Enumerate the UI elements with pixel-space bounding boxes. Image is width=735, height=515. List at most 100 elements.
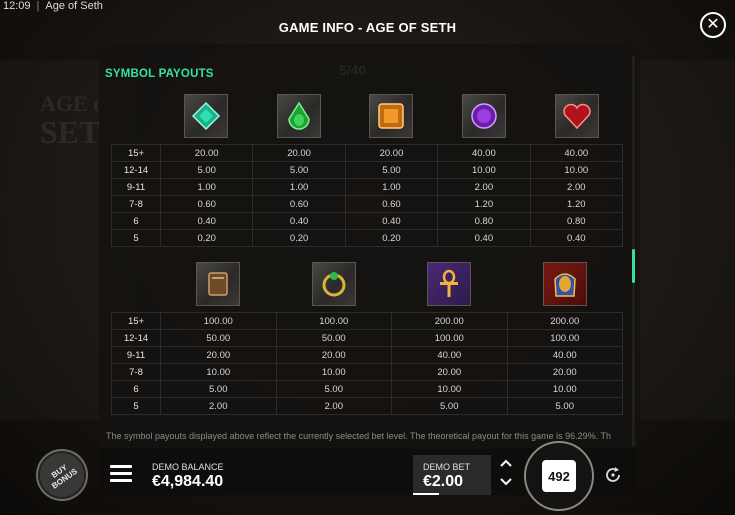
symbol-cell bbox=[392, 262, 508, 306]
payout-value: 0.40 bbox=[529, 229, 624, 247]
autoplay-icon[interactable] bbox=[600, 462, 626, 488]
payout-row: 6 0.40 0.40 0.40 0.80 0.80 bbox=[111, 212, 624, 230]
symbol-count-label: 5 bbox=[111, 397, 161, 415]
payout-value: 2.00 bbox=[160, 397, 277, 415]
game-info-panel[interactable]: 5/40 SYMBOL PAYOUTS 15+ 20.00 20.00 20.0… bbox=[99, 44, 637, 448]
status-bar: 12:09 | Age of Seth bbox=[0, 0, 735, 14]
buy-bonus-button[interactable]: BUY BONUS bbox=[25, 438, 99, 512]
payout-value: 40.00 bbox=[506, 346, 623, 364]
page-title: GAME INFO - AGE OF SETH bbox=[278, 20, 457, 35]
buy-bonus-label: BUY BONUS bbox=[45, 459, 79, 491]
payout-value: 50.00 bbox=[160, 329, 277, 347]
payout-value: 0.20 bbox=[252, 229, 346, 247]
payout-row: 9-11 1.00 1.00 1.00 2.00 2.00 bbox=[111, 178, 624, 196]
balance-value: €4,984.40 bbox=[152, 473, 224, 490]
section-title: SYMBOL PAYOUTS bbox=[105, 68, 214, 80]
payout-value: 1.00 bbox=[159, 178, 254, 196]
bet-arrows bbox=[495, 456, 517, 494]
payout-table-2-body: 15+ 100.00 100.00 200.00 200.00 12-14 50.00 50.… bbox=[111, 312, 623, 415]
symbol-count-label: 15+ bbox=[111, 312, 161, 330]
payout-value: 10.00 bbox=[506, 380, 623, 398]
payout-value: 50.00 bbox=[275, 329, 392, 347]
symbol-spacer bbox=[111, 262, 160, 306]
symbol-cell bbox=[345, 94, 438, 138]
payout-value: 10.00 bbox=[391, 380, 508, 398]
symbol-count-label: 6 bbox=[111, 212, 161, 230]
symbol-count-label: 7-8 bbox=[111, 195, 161, 213]
payout-value: 5.00 bbox=[159, 161, 254, 179]
payout-row: 5 2.00 2.00 5.00 5.00 bbox=[111, 397, 623, 415]
symbol-cell bbox=[438, 94, 531, 138]
balance-label: DEMO BALANCE bbox=[152, 462, 224, 472]
payout-value: 40.00 bbox=[391, 346, 508, 364]
purple-gem-icon bbox=[462, 94, 507, 138]
payout-value: 0.80 bbox=[529, 212, 624, 230]
payout-value: 20.00 bbox=[160, 346, 277, 364]
rtp-disclaimer: The symbol payouts displayed above refle… bbox=[106, 431, 611, 441]
bet-selector[interactable]: DEMO BET €2.00 bbox=[413, 455, 491, 495]
payout-value: 200.00 bbox=[391, 312, 508, 330]
status-separator: | bbox=[36, 0, 40, 12]
payout-value: 0.40 bbox=[437, 229, 531, 247]
payout-row: 6 5.00 5.00 10.00 10.00 bbox=[111, 380, 623, 398]
payout-value: 0.60 bbox=[159, 195, 254, 213]
payout-value: 0.20 bbox=[159, 229, 254, 247]
payout-value: 5.00 bbox=[506, 397, 623, 415]
menu-icon[interactable] bbox=[110, 465, 132, 483]
payout-value: 10.00 bbox=[437, 161, 531, 179]
symbol-count-label: 5 bbox=[111, 229, 161, 247]
payout-value: 5.00 bbox=[344, 161, 439, 179]
symbol-spacer bbox=[111, 94, 160, 138]
payout-value: 0.40 bbox=[344, 212, 439, 230]
chevron-down-icon[interactable] bbox=[495, 475, 517, 494]
symbol-cell bbox=[276, 262, 392, 306]
symbol-row-1 bbox=[111, 94, 623, 138]
payout-value: 0.60 bbox=[252, 195, 346, 213]
payout-table-1: 15+ 20.00 20.00 20.00 40.00 40.00 12-14 5.00 5.0… bbox=[111, 144, 624, 247]
symbol-count-label: 12-14 bbox=[111, 329, 161, 347]
orange-gem-icon bbox=[369, 94, 414, 138]
close-icon: ✕ bbox=[706, 16, 720, 33]
payout-row: 5 0.20 0.20 0.20 0.40 0.40 bbox=[111, 229, 624, 247]
payout-row: 9-11 20.00 20.00 40.00 40.00 bbox=[111, 346, 623, 364]
bet-label: DEMO BET bbox=[423, 462, 471, 472]
symbol-count-label: 9-11 bbox=[111, 178, 161, 196]
red-heart-gem-icon bbox=[554, 94, 599, 138]
payout-value: 0.80 bbox=[437, 212, 531, 230]
payout-value: 1.00 bbox=[344, 178, 439, 196]
payout-value: 100.00 bbox=[391, 329, 508, 347]
payout-table-2: 15+ 100.00 100.00 200.00 200.00 12-14 50.00 50.… bbox=[111, 312, 623, 415]
payout-table-1-body: 15+ 20.00 20.00 20.00 40.00 40.00 12-14 5.00 5.0… bbox=[111, 144, 624, 247]
symbol-count-label: 6 bbox=[111, 380, 161, 398]
symbol-count-label: 12-14 bbox=[111, 161, 161, 179]
payout-value: 2.00 bbox=[275, 397, 392, 415]
spin-button[interactable]: 492 bbox=[524, 441, 594, 511]
ankh-icon bbox=[427, 262, 472, 306]
ring-icon bbox=[311, 262, 356, 306]
symbol-cell bbox=[160, 94, 253, 138]
status-time: 12:09 bbox=[3, 0, 31, 12]
scrollbar-thumb[interactable] bbox=[632, 249, 635, 283]
symbol-cell bbox=[530, 94, 623, 138]
payout-row: 7-8 0.60 0.60 0.60 1.20 1.20 bbox=[111, 195, 624, 213]
payout-value: 5.00 bbox=[252, 161, 346, 179]
symbol-cell bbox=[507, 262, 623, 306]
payout-value: 20.00 bbox=[159, 144, 254, 162]
payout-value: 20.00 bbox=[275, 346, 392, 364]
payout-row: 12-14 5.00 5.00 5.00 10.00 10.00 bbox=[111, 161, 624, 179]
symbol-count-label: 15+ bbox=[111, 144, 161, 162]
payout-value: 5.00 bbox=[160, 380, 277, 398]
payout-value: 10.00 bbox=[529, 161, 624, 179]
bet-value: €2.00 bbox=[423, 473, 464, 490]
payout-value: 100.00 bbox=[160, 312, 277, 330]
payout-value: 5.00 bbox=[391, 397, 508, 415]
payout-value: 20.00 bbox=[344, 144, 439, 162]
bet-underline bbox=[413, 493, 439, 495]
symbol-cell bbox=[253, 94, 346, 138]
payout-value: 0.60 bbox=[344, 195, 439, 213]
payout-value: 0.20 bbox=[344, 229, 439, 247]
chevron-up-icon[interactable] bbox=[495, 456, 517, 475]
payout-value: 40.00 bbox=[437, 144, 531, 162]
green-gem-icon bbox=[276, 94, 321, 138]
close-button[interactable]: ✕ bbox=[700, 12, 726, 38]
